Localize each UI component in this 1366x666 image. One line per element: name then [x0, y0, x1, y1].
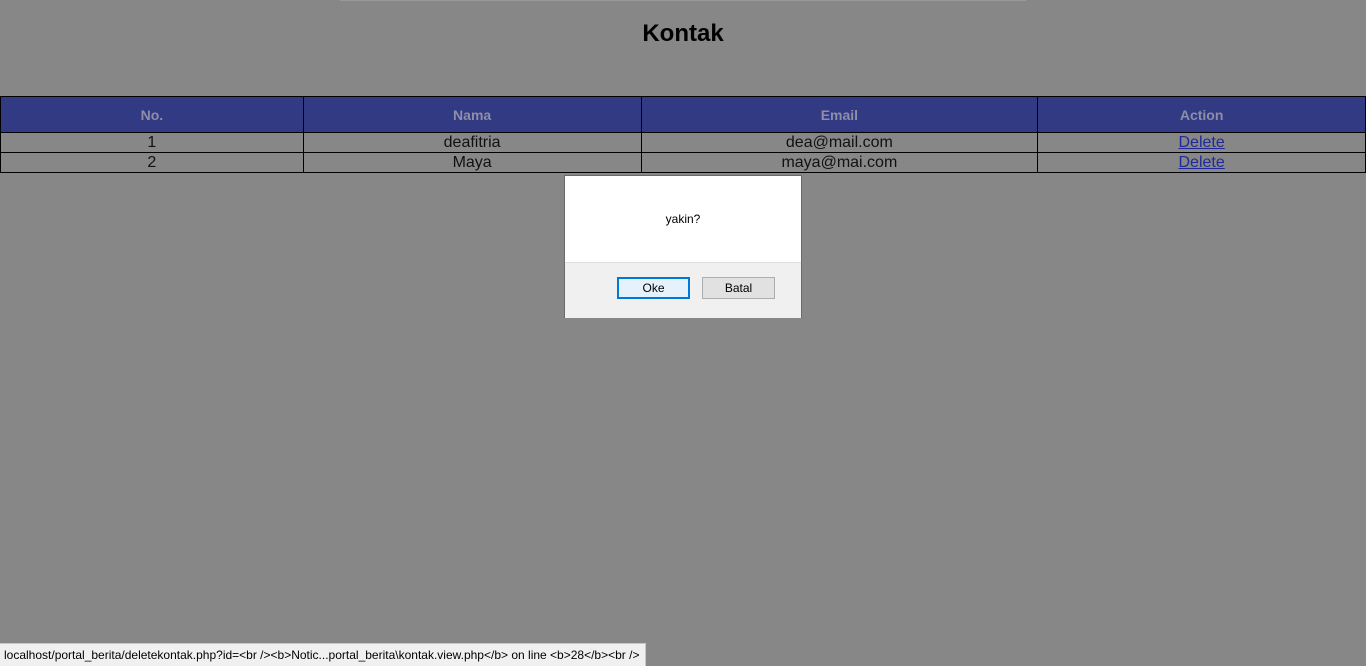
cancel-button[interactable]: Batal [702, 277, 775, 299]
row-action-cell: Delete [1037, 152, 1366, 173]
row-email: maya@mai.com [640, 152, 1039, 173]
top-divider [340, 0, 1026, 1]
row-number: 2 [0, 152, 304, 173]
dialog-body: yakin? [565, 176, 801, 262]
column-header-no: No. [0, 96, 304, 133]
delete-link[interactable]: Delete [1178, 154, 1224, 171]
row-nama: deafitria [302, 132, 642, 153]
page-title: Kontak [642, 20, 724, 47]
row-nama: Maya [302, 152, 642, 173]
column-header-email: Email [640, 96, 1039, 133]
row-number: 1 [0, 132, 304, 153]
column-header-action: Action [1037, 96, 1366, 133]
row-email: dea@mail.com [640, 132, 1039, 153]
status-bar-url: localhost/portal_berita/deletekontak.php… [0, 643, 647, 666]
ok-button[interactable]: Oke [617, 277, 690, 299]
confirm-dialog: yakin? Oke Batal [564, 175, 802, 318]
delete-link[interactable]: Delete [1178, 134, 1224, 151]
table-header-row: No. Nama Email Action [0, 96, 1366, 133]
dialog-footer: Oke Batal [565, 262, 801, 318]
contacts-table: No. Nama Email Action 1 deafitria dea@ma… [0, 96, 1366, 173]
table-row: 2 Maya maya@mai.com Delete [0, 152, 1366, 173]
table-row: 1 deafitria dea@mail.com Delete [0, 132, 1366, 153]
column-header-nama: Nama [302, 96, 642, 133]
row-action-cell: Delete [1037, 132, 1366, 153]
dialog-message: yakin? [665, 212, 701, 226]
